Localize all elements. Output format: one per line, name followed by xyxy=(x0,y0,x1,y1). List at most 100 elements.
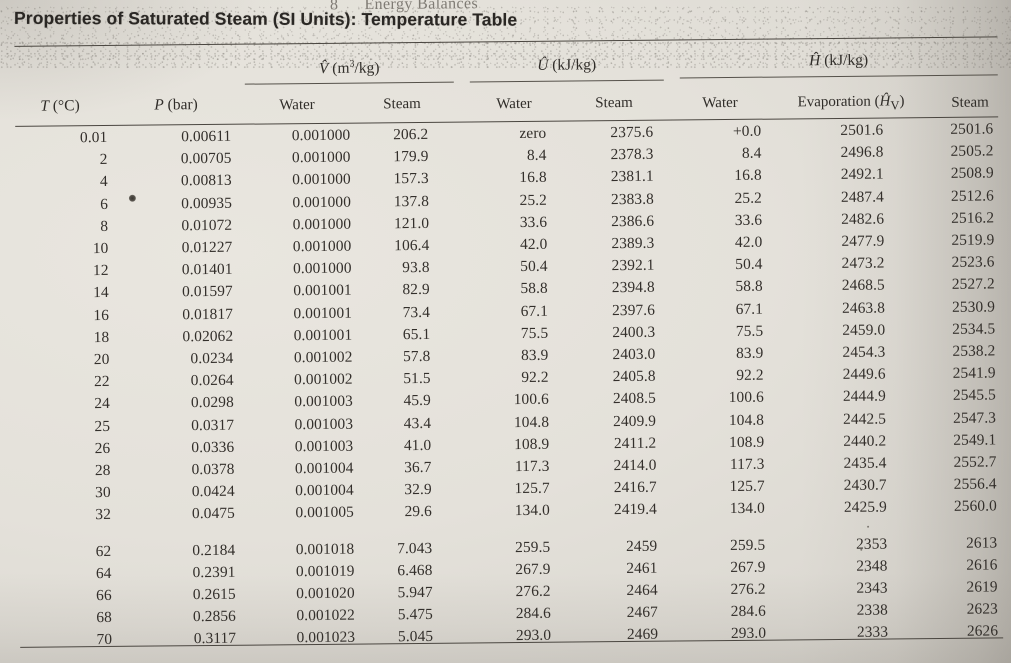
table-cell: 12 xyxy=(92,262,109,280)
group-header-internal-energy: Û (kJ/kg) xyxy=(537,56,597,74)
table-cell: 2375.6 xyxy=(610,123,654,142)
table-cell: 42.0 xyxy=(519,235,548,254)
table-cell: 2419.4 xyxy=(613,501,658,519)
table-cell: 0.00813 xyxy=(180,172,232,190)
table-cell: 276.2 xyxy=(515,582,551,601)
table-cell: 58.8 xyxy=(520,280,548,298)
table-cell: 5.475 xyxy=(397,606,434,624)
table-cell: 0.001023 xyxy=(296,629,356,647)
table-cell: 2538.2 xyxy=(952,342,996,360)
page-title: Properties of Saturated Steam (SI Units)… xyxy=(14,7,518,30)
table-cell: 2464 xyxy=(626,581,658,600)
table-cell: 293.0 xyxy=(515,627,552,645)
table-cell: 2378.3 xyxy=(610,145,654,164)
table-cell: 0.01227 xyxy=(181,238,233,257)
table-cell: 0.2184 xyxy=(192,541,236,559)
table-cell: 33.6 xyxy=(519,213,548,231)
column-header-v-water: Water xyxy=(279,96,315,114)
table-cell: 65.1 xyxy=(402,325,431,343)
rule-group-v xyxy=(244,81,454,85)
table-cell: 0.0475 xyxy=(191,505,236,523)
table-cell: 4 xyxy=(99,173,108,191)
table-cell: 0.001003 xyxy=(294,437,354,455)
table-cell: 2619 xyxy=(966,578,998,596)
table-cell: 2468.5 xyxy=(841,276,885,295)
table-cell: 284.6 xyxy=(730,602,766,621)
table-cell: 0.001000 xyxy=(292,171,351,189)
table-cell: 75.5 xyxy=(735,322,764,340)
table-cell: 0.0424 xyxy=(191,482,235,501)
table-cell: 58.8 xyxy=(735,278,763,296)
table-cell: 106.4 xyxy=(394,236,430,255)
table-cell: 22 xyxy=(93,373,110,391)
table-cell: 259.5 xyxy=(730,536,766,554)
table-cell: 0.001022 xyxy=(296,606,356,625)
table-cell: 157.3 xyxy=(393,170,429,188)
table-cell: 0.00611 xyxy=(181,127,232,146)
table-cell: 2430.7 xyxy=(843,476,887,495)
table-cell: 0.001020 xyxy=(296,584,355,603)
table-cell: 67.1 xyxy=(735,300,764,318)
table-cell: 2516.2 xyxy=(951,209,995,227)
table-cell: 29.6 xyxy=(404,503,433,521)
table-cell: 25.2 xyxy=(519,191,548,209)
table-cell: 28 xyxy=(94,461,111,480)
table-cell: 57.8 xyxy=(403,347,431,366)
table-cell: 117.3 xyxy=(514,457,550,476)
table-cell: 2482.6 xyxy=(841,210,885,228)
table-cell: 2463.8 xyxy=(841,299,886,317)
table-cell: 93.8 xyxy=(402,259,430,277)
table-cell: 2467 xyxy=(626,603,658,622)
group-header-enthalpy: Ĥ (kJ/kg) xyxy=(809,51,869,70)
table-cell: 2508.9 xyxy=(950,164,994,183)
table-cell: 24 xyxy=(94,395,110,413)
table-cell: 267.9 xyxy=(515,560,551,578)
column-header-u-water: Water xyxy=(496,95,532,113)
table-cell: 2613 xyxy=(965,534,998,552)
table-cell: 2501.6 xyxy=(950,120,994,138)
table-cell: 125.7 xyxy=(729,477,765,496)
table-cell: 0.001002 xyxy=(293,348,353,367)
table-cell: 0.02062 xyxy=(182,327,234,346)
table-cell: 6.468 xyxy=(397,561,433,580)
table-cell: 0.001000 xyxy=(292,237,352,256)
rule-group-h xyxy=(679,74,998,79)
table-cell: 82.9 xyxy=(402,281,430,299)
table-cell: 100.6 xyxy=(728,389,764,407)
table-cell: 2473.2 xyxy=(841,254,885,273)
table-cell: 2501.6 xyxy=(840,121,884,139)
table-cell: 0.0298 xyxy=(190,394,234,412)
table-cell: 70 xyxy=(96,631,113,649)
table-cell: 2505.2 xyxy=(950,142,994,161)
table-cell: 2616 xyxy=(966,556,998,574)
table-cell: 8.4 xyxy=(741,144,762,163)
table-cell: 0.3117 xyxy=(193,630,237,648)
table-cell: 2623 xyxy=(966,600,998,618)
table-cell: 134.0 xyxy=(729,500,765,518)
table-cell: 2 xyxy=(99,151,108,169)
table-cell: 0.01072 xyxy=(181,216,233,235)
table-cell: 2414.0 xyxy=(613,456,657,475)
table-cell: 2353 xyxy=(855,535,888,553)
table-cell: 92.2 xyxy=(521,368,549,387)
table-cell: 0.001001 xyxy=(293,282,352,300)
ink-speck xyxy=(867,525,870,528)
table-cell: 2411.2 xyxy=(613,434,657,452)
table-cell: 179.9 xyxy=(393,148,429,166)
table-cell: 42.0 xyxy=(734,233,763,251)
table-cell: 2425.9 xyxy=(843,498,887,517)
table-cell: 2416.7 xyxy=(613,478,657,497)
table-cell: 0.001005 xyxy=(295,504,355,522)
table-cell: 104.8 xyxy=(513,413,550,431)
table-cell: 134.0 xyxy=(514,502,551,520)
table-cell: 2527.2 xyxy=(951,275,995,294)
table-cell: 100.6 xyxy=(513,391,549,409)
table-cell: 83.9 xyxy=(521,346,549,365)
table-cell: 16.8 xyxy=(519,169,547,187)
table-cell: 2512.6 xyxy=(950,187,995,205)
table-cell: 137.8 xyxy=(393,192,430,210)
table-cell: 0.001001 xyxy=(293,304,353,322)
table-cell: 2549.1 xyxy=(953,431,997,449)
table-cell: 0.0264 xyxy=(190,371,234,390)
table-cell: 0.001004 xyxy=(294,459,354,478)
